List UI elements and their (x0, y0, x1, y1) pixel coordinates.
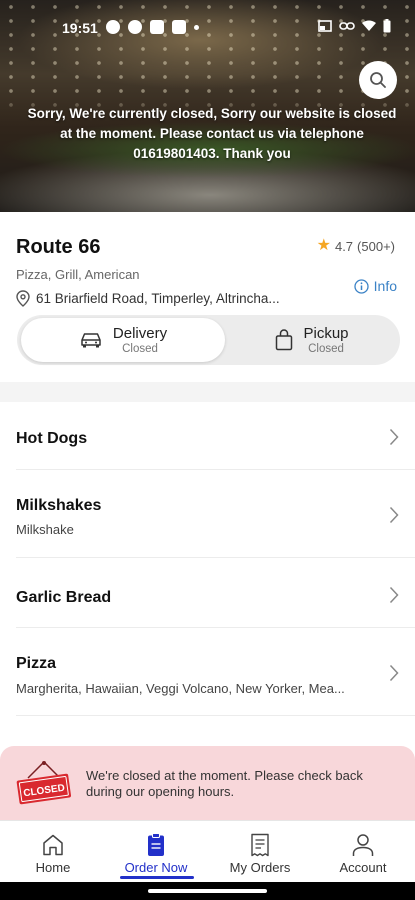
delivery-pickup-toggle: Delivery Closed Pickup Closed (17, 315, 400, 365)
delivery-option[interactable]: Delivery Closed (21, 318, 225, 362)
nav-order-now-label: Order Now (124, 860, 188, 875)
pickup-status: Closed (308, 343, 344, 355)
category-description: Margherita, Hawaiian, Veggi Volcano, New… (16, 681, 345, 696)
notification-app-icon (106, 20, 120, 34)
nav-my-orders-label: My Orders (229, 860, 291, 875)
info-label: Info (373, 278, 397, 294)
category-name: Garlic Bread (16, 589, 112, 606)
active-tab-indicator (120, 876, 194, 879)
delivery-status: Closed (122, 343, 158, 355)
bottom-navigation: Home Order Now My Orders Account (0, 820, 415, 882)
chevron-right-icon (389, 586, 399, 604)
restaurant-cuisine: Pizza, Grill, American (16, 267, 140, 282)
nav-account-label: Account (339, 860, 387, 875)
delivery-label: Delivery (112, 325, 168, 342)
system-gesture-bar (0, 882, 415, 900)
more-dot-icon (194, 24, 199, 30)
car-icon (81, 333, 101, 348)
wifi-icon (362, 20, 376, 31)
order-icon (148, 833, 164, 856)
restaurant-address: 61 Briarfield Road, Timperley, Altrincha… (16, 290, 280, 307)
closed-banner-message: Sorry, We're currently closed, Sorry our… (27, 106, 397, 161)
battery-icon (383, 19, 391, 33)
search-button[interactable] (359, 61, 397, 99)
star-icon: ★ (316, 237, 331, 254)
home-icon (43, 834, 63, 856)
link-icon (339, 22, 355, 30)
rating-count: (500+) (357, 238, 395, 254)
chevron-right-icon (389, 506, 399, 524)
info-button[interactable]: Info (353, 278, 397, 294)
shopping-bag-icon (276, 329, 293, 351)
category-name: Pizza (16, 655, 57, 672)
system-icons (318, 19, 391, 33)
nav-home-label: Home (35, 860, 71, 875)
android-icon (150, 20, 164, 34)
status-time: 19:51 (62, 20, 98, 36)
nav-home[interactable]: Home (1, 831, 105, 875)
info-icon (353, 278, 369, 294)
category-hot-dogs[interactable]: Hot Dogs (0, 402, 415, 470)
pickup-label: Pickup (303, 325, 349, 342)
category-name: Hot Dogs (16, 430, 88, 447)
pickup-option[interactable]: Pickup Closed (229, 318, 395, 362)
chevron-right-icon (389, 428, 399, 446)
category-garlic-bread[interactable]: Garlic Bread (0, 558, 415, 628)
person-icon (352, 834, 374, 856)
closed-notice-message: We're closed at the moment. Please check… (86, 768, 363, 799)
android-icon (172, 20, 186, 34)
restaurant-rating: ★ 4.7 (500+) (317, 238, 395, 254)
category-pizza[interactable]: Pizza Margherita, Hawaiian, Veggi Volcan… (0, 628, 415, 716)
status-bar: 19:51 (0, 0, 415, 60)
notification-icons (106, 20, 199, 34)
home-gesture-handle[interactable] (148, 889, 267, 893)
section-divider (0, 382, 415, 402)
category-milkshakes[interactable]: Milkshakes Milkshake (0, 470, 415, 558)
divider (16, 715, 415, 716)
restaurant-name: Route 66 (16, 236, 101, 258)
search-icon (370, 72, 386, 88)
location-pin-icon (16, 290, 30, 307)
nav-account[interactable]: Account (311, 831, 415, 875)
address-text: 61 Briarfield Road, Timperley, Altrincha… (36, 291, 280, 306)
nav-my-orders[interactable]: My Orders (208, 831, 312, 875)
receipt-icon (251, 833, 269, 857)
category-name: Milkshakes (16, 497, 102, 514)
closed-sign-icon: CLOSED (16, 761, 72, 805)
rating-value: 4.7 (334, 238, 354, 254)
play-icon (128, 20, 142, 34)
closed-notice: CLOSED We're closed at the moment. Pleas… (0, 746, 415, 826)
cast-icon (318, 20, 332, 32)
category-description: Milkshake (16, 522, 74, 537)
nav-order-now[interactable]: Order Now (104, 831, 208, 875)
chevron-right-icon (389, 664, 399, 682)
